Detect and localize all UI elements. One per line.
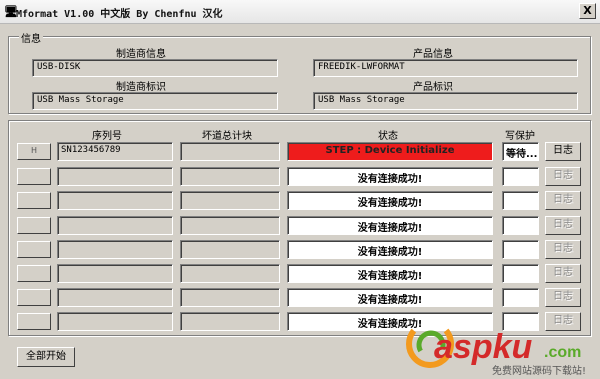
device-select-button[interactable] [17, 192, 51, 209]
serial-cell [57, 312, 173, 331]
write-protect-cell [502, 167, 539, 186]
log-button[interactable]: 日志 [545, 142, 581, 161]
status-column-header: 状态 [378, 131, 398, 142]
manufacturer-id-field: USB Mass Storage [32, 92, 278, 110]
bad-blocks-cell [180, 191, 280, 210]
write-protect-cell [502, 191, 539, 210]
watermark-tagline: 免费网站源码下载站! [492, 364, 586, 377]
bad-blocks-cell [180, 216, 280, 235]
write-protect-cell: 等待... [502, 142, 539, 161]
log-button[interactable]: 日志 [545, 167, 581, 186]
serial-cell [57, 264, 173, 283]
serial-cell [57, 240, 173, 259]
watermark-tld-text: .com [544, 344, 581, 361]
bad-blocks-cell [180, 288, 280, 307]
device-select-button[interactable] [17, 168, 51, 185]
status-cell: 没有连接成功! [287, 191, 493, 210]
log-button[interactable]: 日志 [545, 191, 581, 210]
status-cell: 没有连接成功! [287, 288, 493, 307]
serial-cell [57, 167, 173, 186]
write-protect-cell [502, 240, 539, 259]
device-row: 没有连接成功! 日志 [0, 264, 600, 284]
watermark-brand-text: aspku [434, 328, 532, 366]
log-button[interactable]: 日志 [545, 216, 581, 235]
bad-blocks-cell [180, 240, 280, 259]
close-button[interactable]: X [579, 3, 596, 19]
product-id-label: 产品标识 [413, 82, 453, 93]
info-group-caption: 信息 [19, 30, 43, 45]
product-info-field: FREEDIK-LWFORMAT [313, 59, 578, 77]
device-row: 没有连接成功! 日志 [0, 216, 600, 236]
write-protect-column-header: 写保护 [505, 131, 535, 142]
start-all-button[interactable]: 全部开始 [17, 347, 75, 367]
device-select-button[interactable] [17, 313, 51, 330]
status-cell: 没有连接成功! [287, 240, 493, 259]
serial-cell [57, 191, 173, 210]
log-button[interactable]: 日志 [545, 264, 581, 283]
device-select-button[interactable] [17, 289, 51, 306]
log-button[interactable]: 日志 [545, 240, 581, 259]
device-row: 没有连接成功! 日志 [0, 240, 600, 260]
device-row: 没有连接成功! 日志 [0, 288, 600, 308]
device-row: H SN123456789 STEP : Device Initialize 等… [0, 142, 600, 162]
write-protect-cell [502, 288, 539, 307]
status-cell: 没有连接成功! [287, 167, 493, 186]
manufacturer-info-field: USB-DISK [32, 59, 278, 77]
write-protect-cell [502, 216, 539, 235]
write-protect-cell [502, 264, 539, 283]
bad-blocks-column-header: 坏道总计块 [202, 131, 252, 142]
bad-blocks-cell [180, 264, 280, 283]
serial-column-header: 序列号 [92, 131, 122, 142]
device-select-button[interactable]: H [17, 143, 51, 160]
product-info-label: 产品信息 [413, 49, 453, 60]
serial-cell [57, 288, 173, 307]
aspku-watermark-logo: aspku .com 免费网站源码下载站! [406, 320, 586, 377]
bad-blocks-cell [180, 312, 280, 331]
serial-cell [57, 216, 173, 235]
title-bar: 🖥 Mformat V1.00 中文版 By Chenfnu 汉化 X [0, 0, 600, 24]
manufacturer-info-label: 制造商信息 [116, 49, 166, 60]
status-cell: 没有连接成功! [287, 216, 493, 235]
device-select-button[interactable] [17, 241, 51, 258]
device-select-button[interactable] [17, 217, 51, 234]
device-row: 没有连接成功! 日志 [0, 167, 600, 187]
manufacturer-id-label: 制造商标识 [116, 82, 166, 93]
status-cell: 没有连接成功! [287, 264, 493, 283]
serial-cell: SN123456789 [57, 142, 173, 161]
device-select-button[interactable] [17, 265, 51, 282]
product-id-field: USB Mass Storage [313, 92, 578, 110]
bad-blocks-cell [180, 142, 280, 161]
status-cell: STEP : Device Initialize [287, 142, 493, 161]
window-title: Mformat V1.00 中文版 By Chenfnu 汉化 [16, 9, 223, 20]
bad-blocks-cell [180, 167, 280, 186]
device-row: 没有连接成功! 日志 [0, 191, 600, 211]
log-button[interactable]: 日志 [545, 288, 581, 307]
